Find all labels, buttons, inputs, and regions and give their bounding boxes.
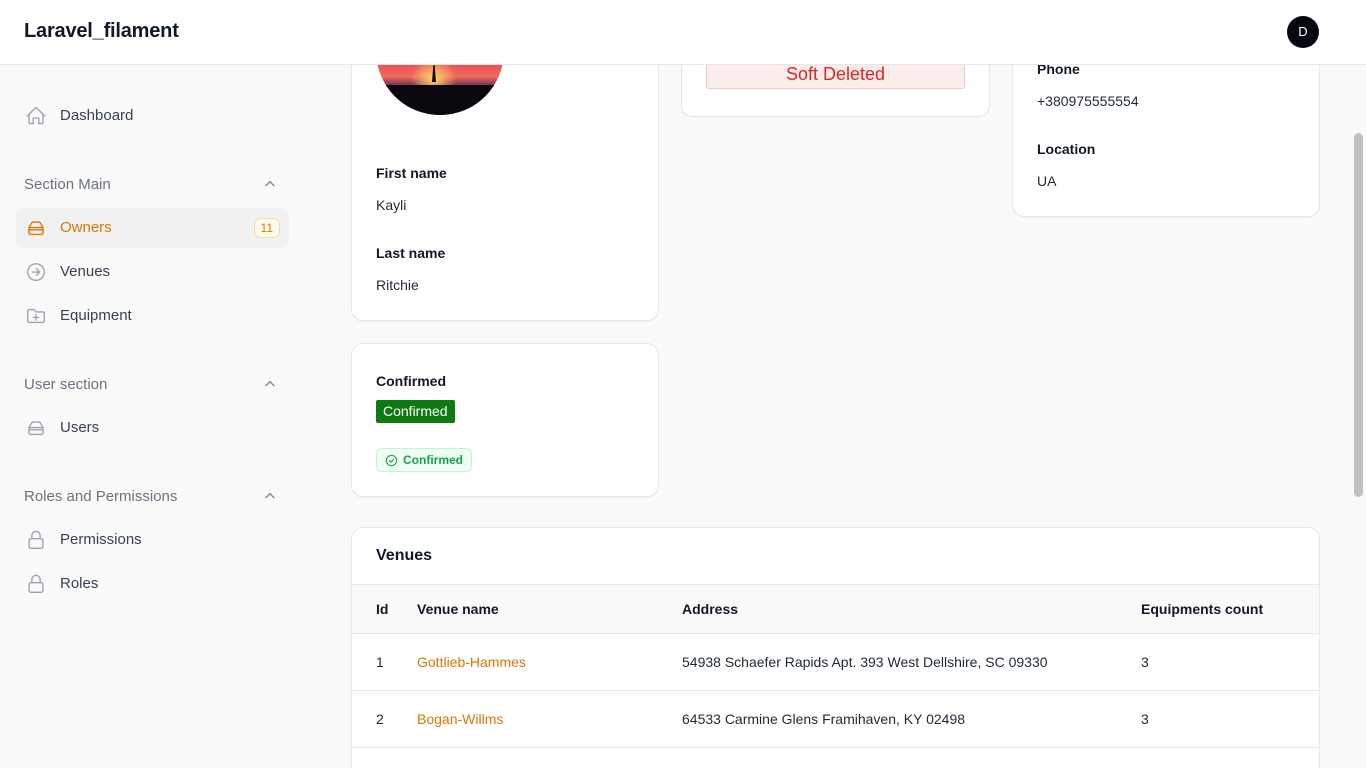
user-avatar[interactable]: D: [1287, 16, 1319, 48]
cell-equipments-count: 3: [1141, 654, 1149, 670]
location-label: Location: [1037, 141, 1096, 157]
sidebar: Dashboard Section Main Owners 11 Venues …: [0, 65, 305, 768]
group-label-user-section: User section: [24, 376, 108, 393]
arrow-circle-right-icon: [25, 261, 47, 283]
cell-venue-name-link[interactable]: Gottlieb-Hammes: [417, 654, 526, 670]
phone-value: +380975555554: [1037, 93, 1139, 109]
last-name-value: Ritchie: [376, 277, 419, 293]
cell-address: 54938 Schaefer Rapids Apt. 393 West Dell…: [682, 654, 1048, 670]
sidebar-item-label: Venues: [60, 263, 111, 280]
count-badge: 11: [253, 218, 280, 238]
check-circle-icon: [385, 454, 398, 467]
chevron-up-icon[interactable]: [263, 377, 277, 391]
sidebar-item-label: Permissions: [60, 531, 142, 548]
location-value: UA: [1037, 173, 1057, 189]
sidebar-item-label: Roles: [60, 575, 99, 592]
venues-card: Venues Id Venue name Address Equipments …: [351, 527, 1320, 768]
inbox-stack-icon: [25, 217, 47, 239]
confirmation-card: Confirmed Confirmed Confirmed: [351, 343, 659, 497]
confirmed-chip-label: Confirmed: [403, 453, 463, 467]
table-row[interactable]: 1 Gottlieb-Hammes 54938 Schaefer Rapids …: [352, 634, 1319, 691]
folder-plus-icon: [25, 305, 47, 327]
sidebar-item-owners[interactable]: Owners 11: [16, 208, 289, 248]
first-name-label: First name: [376, 165, 447, 181]
sidebar-item-dashboard[interactable]: Dashboard: [16, 96, 289, 136]
table-row[interactable]: 2 Bogan-Willms 64533 Carmine Glens Frami…: [352, 691, 1319, 748]
cell-id: 1: [376, 654, 384, 670]
sidebar-item-label: Users: [60, 419, 100, 436]
column-header-id[interactable]: Id: [376, 601, 388, 617]
confirmed-chip: Confirmed: [376, 448, 472, 472]
confirmed-label: Confirmed: [376, 373, 446, 389]
home-icon: [25, 105, 47, 127]
chevron-up-icon[interactable]: [263, 177, 277, 191]
last-name-label: Last name: [376, 245, 446, 261]
scrollbar-thumb[interactable]: [1354, 133, 1363, 497]
sidebar-item-venues[interactable]: Venues: [16, 252, 289, 292]
chevron-up-icon[interactable]: [263, 489, 277, 503]
inbox-stack-icon: [25, 417, 47, 439]
group-label-roles-and-permissions: Roles and Permissions: [24, 488, 178, 505]
sidebar-item-permissions[interactable]: Permissions: [16, 520, 289, 560]
cell-id: 2: [376, 711, 384, 727]
sidebar-item-label: Dashboard: [60, 107, 134, 124]
confirmed-pill: Confirmed: [376, 400, 455, 423]
sidebar-item-roles[interactable]: Roles: [16, 564, 289, 604]
app-title[interactable]: Laravel_filament: [24, 20, 179, 43]
sidebar-item-equipment[interactable]: Equipment: [16, 296, 289, 336]
cell-address: 64533 Carmine Glens Framihaven, KY 02498: [682, 711, 966, 727]
cell-equipments-count: 3: [1141, 711, 1149, 727]
venues-title: Venues: [376, 547, 433, 564]
group-label-section-main: Section Main: [24, 176, 111, 193]
sidebar-item-label: Owners: [60, 219, 112, 236]
lock-icon: [25, 573, 47, 595]
column-header-venue-name[interactable]: Venue name: [417, 601, 499, 617]
lock-icon: [25, 529, 47, 551]
topbar: Laravel_filament D: [0, 0, 1366, 65]
column-header-address[interactable]: Address: [682, 601, 738, 617]
first-name-value: Kayli: [376, 197, 407, 213]
sidebar-item-users[interactable]: Users: [16, 408, 289, 448]
cell-venue-name-link[interactable]: Bogan-Willms: [417, 711, 503, 727]
sidebar-item-label: Equipment: [60, 307, 132, 324]
table-header: Id Venue name Address Equipments count: [352, 584, 1319, 634]
column-header-equipments-count[interactable]: Equipments count: [1141, 601, 1263, 617]
